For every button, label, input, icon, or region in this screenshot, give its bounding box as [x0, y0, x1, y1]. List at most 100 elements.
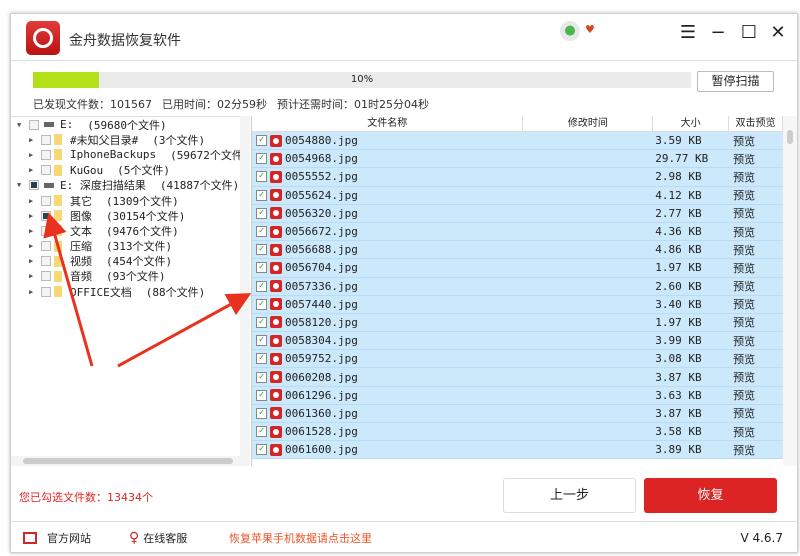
row-checkbox[interactable]: ✓: [256, 444, 267, 455]
tree-vertical-scrollbar[interactable]: [240, 116, 250, 456]
menu-icon[interactable]: ☰: [677, 22, 699, 43]
expand-right-icon[interactable]: ▶: [29, 212, 37, 220]
row-checkbox[interactable]: ✓: [256, 408, 267, 419]
preview-link[interactable]: 预览: [729, 314, 783, 330]
tree-checkbox[interactable]: [41, 271, 51, 281]
expand-right-icon[interactable]: ▶: [29, 242, 37, 250]
tree-node[interactable]: ▶压缩(313个文件): [11, 239, 250, 254]
preview-link[interactable]: 预览: [729, 296, 783, 312]
expand-right-icon[interactable]: ▶: [29, 151, 37, 159]
tree-node[interactable]: ▼E:(59680个文件): [11, 117, 250, 132]
expand-down-icon[interactable]: ▼: [17, 181, 25, 189]
preview-link[interactable]: 预览: [729, 187, 783, 203]
preview-link[interactable]: 预览: [729, 278, 783, 294]
expand-right-icon[interactable]: ▶: [29, 227, 37, 235]
expand-right-icon[interactable]: ▶: [29, 197, 37, 205]
tree-node[interactable]: ▶音频(93个文件): [11, 269, 250, 284]
table-row[interactable]: ✓0057336.jpg2.60 KB预览: [252, 278, 783, 296]
back-button[interactable]: 上一步: [503, 478, 636, 513]
row-checkbox[interactable]: ✓: [256, 353, 267, 364]
tree-checkbox[interactable]: [41, 256, 51, 266]
tree-node[interactable]: ▼E: 深度扫描结果(41887个文件): [11, 178, 250, 193]
tree-node[interactable]: ▶图像(30154个文件): [11, 208, 250, 223]
preview-link[interactable]: 预览: [729, 133, 783, 149]
tree-checkbox[interactable]: [41, 196, 51, 206]
vip-icon[interactable]: ♥: [585, 23, 595, 36]
online-support-link[interactable]: ♀ 在线客服: [129, 530, 187, 546]
tree-node[interactable]: ▶#未知父目录#(3个文件): [11, 132, 250, 147]
row-checkbox[interactable]: ✓: [256, 317, 267, 328]
row-checkbox[interactable]: ✓: [256, 299, 267, 310]
tree-checkbox[interactable]: [41, 165, 51, 175]
expand-right-icon[interactable]: ▶: [29, 272, 37, 280]
preview-link[interactable]: 预览: [729, 424, 783, 440]
table-row[interactable]: ✓0059752.jpg3.08 KB预览: [252, 350, 783, 368]
preview-link[interactable]: 预览: [729, 151, 783, 167]
row-checkbox[interactable]: ✓: [256, 171, 267, 182]
tree-node[interactable]: ▶OFFICE文档(88个文件): [11, 284, 250, 299]
row-checkbox[interactable]: ✓: [256, 208, 267, 219]
row-checkbox[interactable]: ✓: [256, 372, 267, 383]
tree-node[interactable]: ▶KuGou(5个文件): [11, 163, 250, 178]
row-checkbox[interactable]: ✓: [256, 281, 267, 292]
table-row[interactable]: ✓0061528.jpg3.58 KB预览: [252, 423, 783, 441]
header-modified[interactable]: 修改时间: [523, 116, 653, 131]
table-row[interactable]: ✓0055624.jpg4.12 KB预览: [252, 187, 783, 205]
expand-right-icon[interactable]: ▶: [29, 288, 37, 296]
preview-link[interactable]: 预览: [729, 387, 783, 403]
tree-checkbox[interactable]: [41, 287, 51, 297]
table-row[interactable]: ✓0056320.jpg2.77 KB预览: [252, 205, 783, 223]
table-row[interactable]: ✓0054968.jpg29.77 KB预览: [252, 150, 783, 168]
tree-node[interactable]: ▶视频(454个文件): [11, 254, 250, 269]
table-row[interactable]: ✓0056672.jpg4.36 KB预览: [252, 223, 783, 241]
tree-checkbox[interactable]: [41, 135, 51, 145]
preview-link[interactable]: 预览: [729, 242, 783, 258]
preview-link[interactable]: 预览: [729, 333, 783, 349]
preview-link[interactable]: 预览: [729, 405, 783, 421]
header-filename[interactable]: 文件名称: [252, 116, 523, 131]
expand-right-icon[interactable]: ▶: [29, 257, 37, 265]
tree-checkbox[interactable]: [29, 120, 39, 130]
table-row[interactable]: ✓0054880.jpg3.59 KB预览: [252, 132, 783, 150]
row-checkbox[interactable]: ✓: [256, 153, 267, 164]
table-row[interactable]: ✓0058120.jpg1.97 KB预览: [252, 314, 783, 332]
expand-down-icon[interactable]: ▼: [17, 121, 25, 129]
recover-button[interactable]: 恢复: [644, 478, 777, 513]
table-row[interactable]: ✓0056688.jpg4.86 KB预览: [252, 241, 783, 259]
maximize-button[interactable]: ☐: [738, 22, 760, 43]
row-checkbox[interactable]: ✓: [256, 135, 267, 146]
table-vertical-scrollbar[interactable]: [783, 116, 797, 466]
expand-right-icon[interactable]: ▶: [29, 166, 37, 174]
table-row[interactable]: ✓0056704.jpg1.97 KB预览: [252, 259, 783, 277]
iphone-recovery-link[interactable]: 恢复苹果手机数据请点击这里: [229, 530, 372, 546]
pause-scan-button[interactable]: 暂停扫描: [697, 71, 774, 92]
tree-horizontal-scrollbar[interactable]: [11, 456, 250, 466]
table-row[interactable]: ✓0055552.jpg2.98 KB预览: [252, 168, 783, 186]
tree-checkbox[interactable]: [41, 241, 51, 251]
table-row[interactable]: ✓0060208.jpg3.87 KB预览: [252, 368, 783, 386]
table-row[interactable]: ✓0061296.jpg3.63 KB预览: [252, 387, 783, 405]
table-row[interactable]: ✓0061360.jpg3.87 KB预览: [252, 405, 783, 423]
preview-link[interactable]: 预览: [729, 169, 783, 185]
expand-right-icon[interactable]: ▶: [29, 136, 37, 144]
header-size[interactable]: 大小: [653, 116, 729, 131]
tree-node[interactable]: ▶其它(1309个文件): [11, 193, 250, 208]
preview-link[interactable]: 预览: [729, 260, 783, 276]
row-checkbox[interactable]: ✓: [256, 335, 267, 346]
preview-link[interactable]: 预览: [729, 351, 783, 367]
preview-link[interactable]: 预览: [729, 442, 783, 458]
table-row[interactable]: ✓0058304.jpg3.99 KB预览: [252, 332, 783, 350]
tree-checkbox[interactable]: [41, 226, 51, 236]
tree-node[interactable]: ▶IphoneBackups(59672个文件): [11, 147, 250, 162]
table-row[interactable]: ✓0057440.jpg3.40 KB预览: [252, 296, 783, 314]
wechat-icon[interactable]: ●: [560, 21, 580, 41]
official-site-link[interactable]: 官方网站: [23, 530, 91, 546]
row-checkbox[interactable]: ✓: [256, 262, 267, 273]
row-checkbox[interactable]: ✓: [256, 426, 267, 437]
row-checkbox[interactable]: ✓: [256, 244, 267, 255]
tree-checkbox[interactable]: [41, 211, 51, 221]
header-preview[interactable]: 双击预览: [729, 116, 783, 131]
tree-checkbox[interactable]: [41, 150, 51, 160]
row-checkbox[interactable]: ✓: [256, 190, 267, 201]
preview-link[interactable]: 预览: [729, 369, 783, 385]
